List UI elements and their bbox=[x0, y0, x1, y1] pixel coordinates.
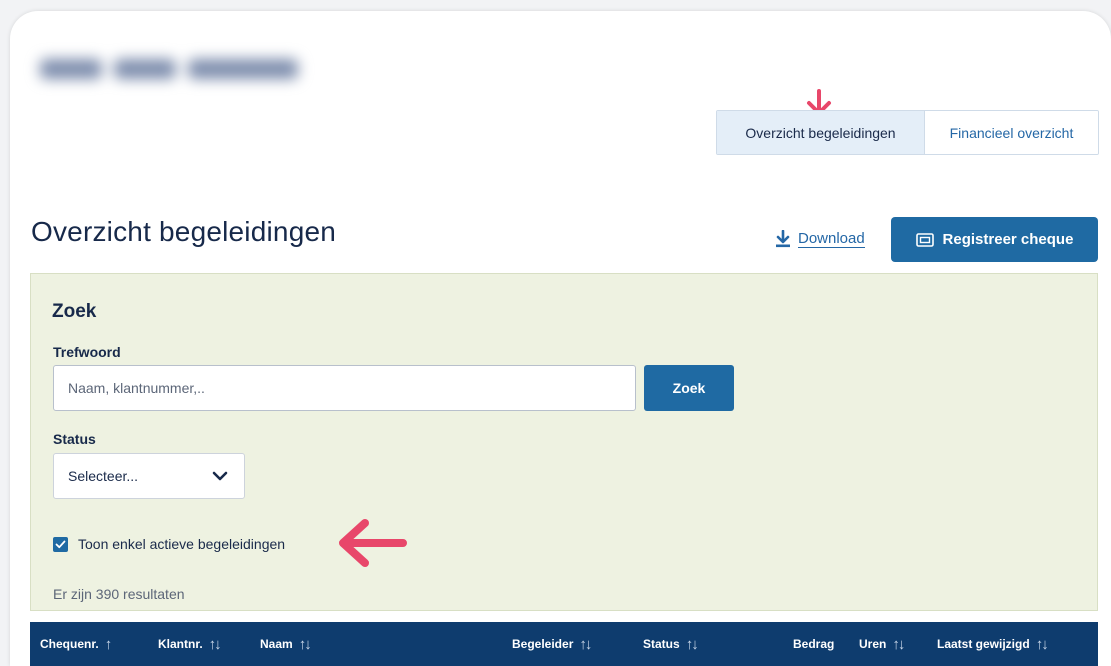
sort-icon: ↑↓ bbox=[298, 635, 312, 653]
download-icon bbox=[776, 230, 790, 248]
annotation-arrow-left-icon bbox=[339, 519, 407, 567]
page-title: Overzicht begeleidingen bbox=[31, 216, 337, 247]
sort-icon: ↑ bbox=[104, 635, 112, 653]
column-header-chequenr[interactable]: Chequenr. ↑ bbox=[40, 622, 112, 666]
tab-overzicht-begeleidingen[interactable]: Overzicht begeleidingen bbox=[717, 111, 925, 154]
status-select[interactable]: Selecteer... bbox=[53, 453, 245, 499]
check-icon bbox=[53, 536, 68, 552]
ticket-icon bbox=[915, 232, 934, 247]
sort-icon: ↑↓ bbox=[892, 635, 905, 653]
download-link[interactable]: Download bbox=[775, 230, 865, 248]
search-heading: Zoek bbox=[52, 301, 97, 322]
column-header-begeleider[interactable]: Begeleider ↑↓ bbox=[512, 622, 592, 666]
column-header-klantnr[interactable]: Klantnr. ↑↓ bbox=[158, 622, 222, 666]
search-panel: Zoek Trefwoord Zoek Status Selecteer... … bbox=[30, 273, 1098, 611]
sort-icon: ↑↓ bbox=[685, 635, 699, 653]
keyword-label: Trefwoord bbox=[53, 344, 121, 360]
sort-icon: ↑↓ bbox=[579, 635, 592, 653]
column-header-laatst-gewijzigd[interactable]: Laatst gewijzigd ↑↓ bbox=[937, 622, 1049, 666]
column-header-bedrag[interactable]: Bedrag bbox=[793, 622, 834, 666]
status-label: Status bbox=[53, 431, 96, 447]
register-cheque-button[interactable]: Registreer cheque bbox=[891, 217, 1098, 262]
column-header-status[interactable]: Status ↑↓ bbox=[643, 622, 699, 666]
status-selected-value: Selecteer... bbox=[68, 468, 139, 484]
tab-financieel-overzicht[interactable]: Financieel overzicht bbox=[925, 111, 1098, 154]
column-header-naam[interactable]: Naam ↑↓ bbox=[260, 622, 312, 666]
download-label: Download bbox=[798, 230, 865, 248]
main-card: Overzicht begeleidingen Financieel overz… bbox=[10, 11, 1111, 666]
results-count: Er zijn 390 resultaten bbox=[53, 586, 185, 602]
search-button[interactable]: Zoek bbox=[644, 365, 734, 411]
table-header: Chequenr. ↑ Klantnr. ↑↓ Naam ↑↓ Begeleider ↑… bbox=[30, 622, 1098, 666]
register-cheque-label: Registreer cheque bbox=[942, 231, 1074, 248]
organization-name-redacted bbox=[40, 50, 298, 88]
active-only-label: Toon enkel actieve begeleidingen bbox=[78, 536, 286, 552]
view-switcher: Overzicht begeleidingen Financieel overz… bbox=[716, 110, 1099, 155]
active-only-checkbox[interactable]: Toon enkel actieve begeleidingen bbox=[53, 536, 285, 552]
keyword-input[interactable] bbox=[53, 365, 636, 411]
sort-icon: ↑↓ bbox=[1035, 635, 1049, 653]
sort-icon: ↑↓ bbox=[208, 635, 222, 653]
column-header-uren[interactable]: Uren ↑↓ bbox=[859, 622, 905, 666]
chevron-down-icon bbox=[212, 471, 228, 481]
